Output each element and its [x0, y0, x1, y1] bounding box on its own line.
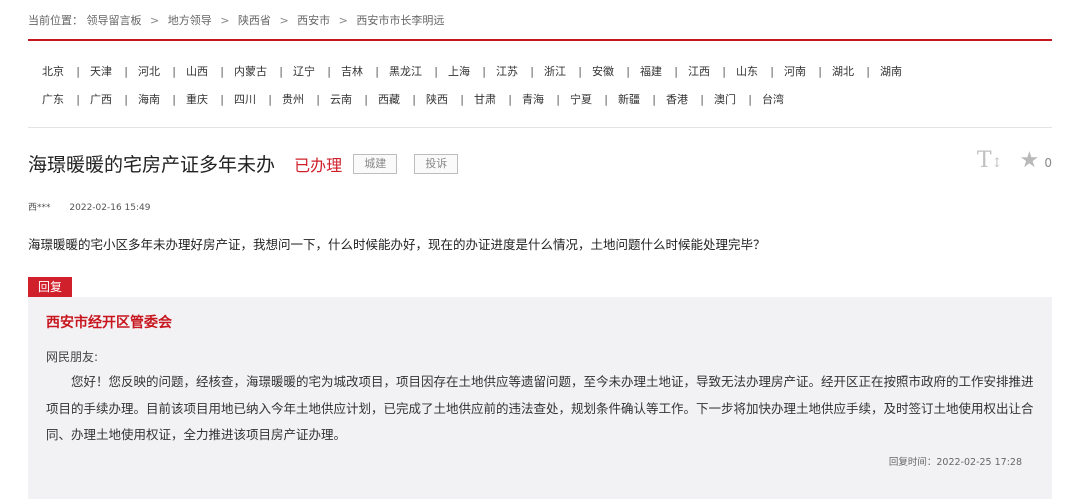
reply-time: 回复时间：2022-02-25 17:28	[889, 454, 1022, 468]
post-time: 2022-02-16 15:49	[69, 203, 151, 213]
breadcrumb-link-city[interactable]: 西安市	[297, 14, 330, 27]
breadcrumb-separator: >	[220, 14, 230, 27]
region-link[interactable]: 甘肃	[461, 86, 512, 114]
region-link[interactable]: 宁夏	[557, 86, 608, 114]
reply-panel: 西安市经开区管委会 网民朋友: 您好！您反映的问题，经核查，海璟暖暖的宅为城改项…	[28, 297, 1052, 499]
region-link[interactable]: 云南	[317, 86, 368, 114]
category-tag[interactable]: 城建	[353, 153, 398, 174]
region-link[interactable]: 香港	[653, 86, 704, 114]
region-link[interactable]: 辽宁	[280, 58, 331, 86]
type-tag[interactable]: 投诉	[414, 153, 459, 174]
breadcrumb-link-mayor[interactable]: 西安市市长李明远	[356, 14, 444, 27]
breadcrumb-separator: >	[338, 14, 348, 27]
region-link[interactable]: 海南	[125, 86, 176, 114]
status-badge: 已办理	[294, 155, 343, 175]
breadcrumb-separator: >	[150, 14, 160, 27]
region-link[interactable]: 黑龙江	[376, 58, 438, 86]
region-link[interactable]: 广西	[77, 86, 128, 114]
breadcrumb-link-message-board[interactable]: 领导留言板	[87, 14, 142, 27]
reply-time-value: 2022-02-25 17:28	[936, 457, 1022, 468]
region-link[interactable]: 内蒙古	[221, 58, 283, 86]
region-link[interactable]: 山东	[723, 58, 774, 86]
breadcrumb-separator: >	[279, 14, 289, 27]
region-link[interactable]: 福建	[627, 58, 678, 86]
region-nav-row: 北京天津河北山西内蒙古辽宁吉林黑龙江上海江苏浙江安徽福建江西山东河南湖北湖南	[28, 58, 1052, 86]
region-link[interactable]: 青海	[509, 86, 560, 114]
region-link[interactable]: 山西	[173, 58, 224, 86]
region-link[interactable]: 台湾	[749, 86, 797, 114]
region-link[interactable]: 河南	[771, 58, 822, 86]
region-nav-row: 广东广西海南重庆四川贵州云南西藏陕西甘肃青海宁夏新疆香港澳门台湾	[28, 86, 1052, 114]
reply-badge: 回复	[28, 277, 73, 297]
reply-time-label: 回复时间：	[888, 457, 937, 468]
region-link[interactable]: 吉林	[328, 58, 379, 86]
region-nav: 北京天津河北山西内蒙古辽宁吉林黑龙江上海江苏浙江安徽福建江西山东河南湖北湖南 广…	[28, 58, 1052, 114]
reply-greeting: 网民朋友:	[46, 350, 99, 364]
breadcrumb-link-province[interactable]: 陕西省	[238, 14, 271, 27]
breadcrumb: 当前位置： 领导留言板 > 地方领导 > 陕西省 > 西安市 > 西安市市长李明…	[28, 12, 444, 28]
region-link[interactable]: 西藏	[365, 86, 416, 114]
region-link[interactable]: 浙江	[531, 58, 582, 86]
region-link[interactable]: 天津	[77, 58, 128, 86]
region-link[interactable]: 广东	[28, 86, 80, 114]
region-link[interactable]: 湖北	[819, 58, 870, 86]
star-icon[interactable]: ★	[1020, 148, 1040, 173]
reply-body: 您好！您反映的问题，经核查，海璟暖暖的宅为城改项目，项目因存在土地供应等遗留问题…	[46, 374, 1034, 442]
region-link[interactable]: 安徽	[579, 58, 630, 86]
star-count: 0	[1044, 156, 1052, 170]
reply-department: 西安市经开区管委会	[46, 315, 172, 331]
message-header: 海璟暖暖的宅房产证多年未办 已办理 城建 投诉	[28, 150, 459, 178]
region-link[interactable]: 江西	[675, 58, 726, 86]
region-link[interactable]: 北京	[28, 58, 80, 86]
region-link[interactable]: 重庆	[173, 86, 224, 114]
message-content: 海璟暖暖的宅小区多年未办理好房产证，我想问一下，什么时候能办好，现在的办证进度是…	[28, 237, 766, 252]
breadcrumb-prefix: 当前位置：	[28, 14, 83, 27]
header-divider	[28, 39, 1052, 41]
region-link[interactable]: 上海	[435, 58, 486, 86]
message-tools: T↕ ★ 0	[977, 148, 1052, 173]
section-divider	[28, 127, 1052, 128]
breadcrumb-link-local-leaders[interactable]: 地方领导	[168, 14, 212, 27]
region-link[interactable]: 河北	[125, 58, 176, 86]
author: 西***	[28, 203, 51, 213]
region-link[interactable]: 江苏	[483, 58, 534, 86]
region-link[interactable]: 湖南	[867, 58, 915, 86]
region-link[interactable]: 四川	[221, 86, 272, 114]
region-link[interactable]: 新疆	[605, 86, 656, 114]
region-link[interactable]: 陕西	[413, 86, 464, 114]
message-meta: 西*** 2022-02-16 15:49	[28, 200, 151, 213]
region-link[interactable]: 贵州	[269, 86, 320, 114]
message-title: 海璟暖暖的宅房产证多年未办	[28, 154, 276, 176]
region-link[interactable]: 澳门	[701, 86, 752, 114]
font-size-icon[interactable]: T↕	[977, 148, 1003, 173]
